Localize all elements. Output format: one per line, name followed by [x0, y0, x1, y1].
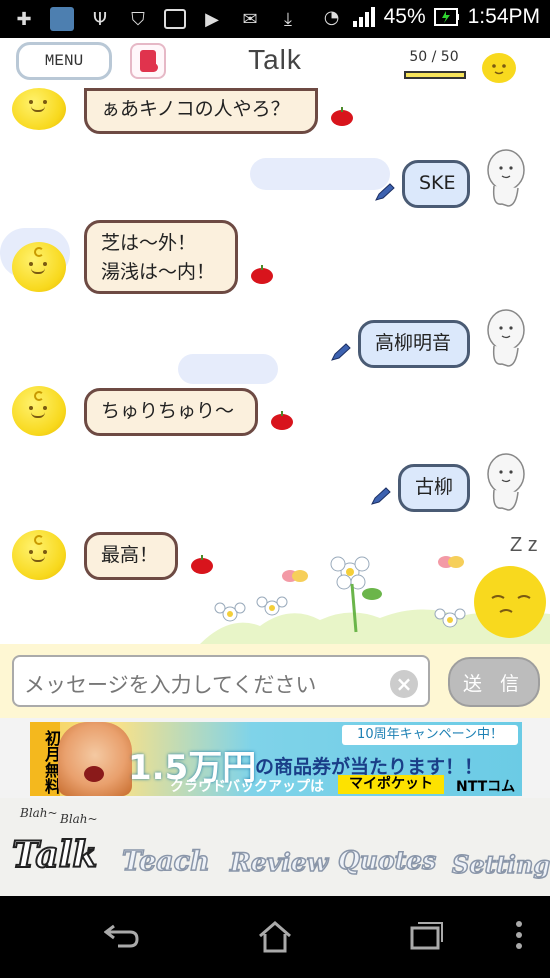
blah-text: Blah~	[20, 806, 58, 820]
ad-brand: マイポケット	[338, 775, 444, 794]
bot-avatar	[12, 88, 66, 130]
input-bar: メッセージを入力してください × 送 信	[0, 644, 550, 718]
pencil-icon	[375, 183, 395, 201]
bottom-tab-bar: Blah~ Blah~ Talk Teach Review Quotes Set…	[0, 798, 550, 896]
blah-text: Blah~	[60, 812, 98, 826]
bot-avatar	[12, 386, 66, 436]
bot-message-bubble: ちゅりちゅり～	[84, 388, 258, 436]
signal-icon	[352, 7, 375, 27]
battery-percent: 45%	[383, 5, 426, 28]
bot-avatar	[12, 242, 66, 292]
bot-message-bubble: 最高！	[84, 532, 178, 580]
bot-message-bubble: ぁあキノコの人やろ？	[84, 88, 318, 134]
recent-apps-icon[interactable]	[410, 920, 444, 950]
apple-icon	[251, 265, 273, 284]
bot-message-bubble: 芝は～外！ 湯浅は～内！	[84, 220, 238, 294]
clock: 1:54PM	[467, 5, 540, 28]
overflow-menu-icon[interactable]	[514, 920, 524, 950]
cloud-decoration	[250, 158, 390, 190]
tab-review[interactable]: Review	[229, 847, 329, 878]
pencil-icon	[331, 343, 351, 361]
mcafee-icon: ⛉	[131, 8, 145, 30]
user-message-bubble: 古柳	[398, 464, 470, 512]
mail-icon: ✉	[242, 8, 258, 30]
ad-company: NTTコム	[456, 779, 516, 795]
sleep-text: Z z	[510, 534, 538, 556]
counter-bar	[404, 71, 466, 79]
pencil-icon	[371, 487, 391, 505]
battery-icon	[433, 8, 459, 26]
ad-person-image	[58, 722, 132, 796]
apple-icon	[271, 411, 293, 430]
user-message-bubble: 高柳明音	[358, 320, 470, 368]
apple-icon	[331, 107, 353, 126]
tab-teach[interactable]: Teach	[121, 845, 210, 878]
ad-tag: 10周年キャンペーン中！	[342, 725, 518, 745]
clear-icon[interactable]: ×	[390, 670, 418, 698]
home-icon[interactable]	[257, 920, 293, 954]
app-header: MENU Talk 50 / 50	[0, 38, 550, 88]
chat-area[interactable]: ぁあキノコの人やろ？ SKE 芝は～外！ 湯浅は～内！ 高柳明音 ちゅりちゅり～…	[0, 88, 550, 644]
user-avatar	[487, 149, 525, 207]
cloud-decoration	[178, 354, 278, 384]
bot-avatar	[12, 530, 66, 580]
system-nav-bar	[0, 896, 550, 978]
send-button[interactable]: 送 信	[448, 657, 540, 707]
flower-decoration	[200, 556, 550, 644]
page-title: Talk	[248, 44, 302, 75]
tab-setting[interactable]: Setting	[451, 849, 550, 880]
download-icon: ⤓	[284, 8, 292, 30]
counter-fill	[406, 73, 464, 77]
usb-icon: Ψ	[92, 8, 108, 30]
user-avatar	[487, 309, 525, 367]
ad-subline: クラウドバックアップは	[170, 779, 324, 795]
tab-quotes[interactable]: Quotes	[337, 845, 437, 876]
tab-talk[interactable]: Talk	[11, 833, 98, 877]
user-message-bubble: SKE	[402, 160, 470, 208]
play-icon: ▶	[205, 8, 219, 30]
app-icon	[50, 7, 74, 31]
message-counter: 50 / 50	[409, 49, 459, 65]
user-avatar	[487, 453, 525, 511]
add-icon: ✚	[16, 8, 32, 30]
chick-avatar-icon	[482, 53, 516, 83]
ad-badge: 初月無料	[30, 722, 61, 796]
wifi-icon: ◔	[323, 6, 340, 28]
status-bar: ✚ Ψ ⛉ ▶ ✉ ⤓ ◔ 45% 1:54PM	[0, 0, 550, 38]
back-icon[interactable]	[104, 920, 140, 950]
ad-banner[interactable]: 初月無料 10周年キャンペーン中！ 1.5万円 の商品券が当たります！！ クラウ…	[0, 718, 550, 798]
message-input[interactable]: メッセージを入力してください	[12, 655, 430, 707]
image-icon	[164, 9, 186, 29]
